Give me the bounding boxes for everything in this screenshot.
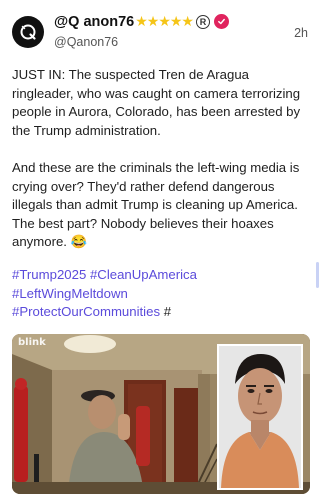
post-paragraph: And these are the criminals the left-win… bbox=[12, 159, 300, 250]
post-body: JUST IN: The suspected Tren de Aragua ri… bbox=[12, 66, 310, 252]
registered-icon: R bbox=[195, 14, 210, 29]
author-name-row: @Q anon76 ★★★★★ R bbox=[54, 13, 229, 30]
post-media-image[interactable]: blink bbox=[12, 334, 310, 494]
avatar[interactable] bbox=[12, 16, 44, 48]
scrollbar-thumb[interactable] bbox=[316, 262, 319, 288]
post-card: @Q anon76 ★★★★★ R @Qanon76 2h JUST IN: T… bbox=[0, 0, 322, 500]
mugshot-inset bbox=[217, 344, 303, 490]
author-display-name[interactable]: @Q anon76 bbox=[54, 14, 134, 30]
q-logo-icon bbox=[20, 24, 36, 40]
author-handle[interactable]: @Qanon76 bbox=[54, 35, 118, 49]
verified-check-icon bbox=[213, 14, 229, 29]
hashtag-link[interactable]: #CleanUpAmerica bbox=[90, 267, 197, 282]
post-timestamp[interactable]: 2h bbox=[294, 26, 308, 40]
mugshot-photo bbox=[219, 346, 301, 488]
trailing-hash: # bbox=[163, 304, 172, 320]
hashtag-link[interactable]: #LeftWingMeltdown bbox=[12, 286, 128, 301]
hashtag-link[interactable]: #Trump2025 bbox=[12, 267, 86, 282]
hashtag-list: #Trump2025 #CleanUpAmerica #LeftWingMelt… bbox=[12, 266, 310, 322]
camera-watermark: blink bbox=[18, 337, 46, 348]
hashtag-link[interactable]: #ProtectOurCommunities bbox=[12, 304, 160, 319]
post-paragraph: JUST IN: The suspected Tren de Aragua ri… bbox=[12, 67, 301, 138]
star-rating-icons: ★★★★★ bbox=[135, 13, 194, 29]
